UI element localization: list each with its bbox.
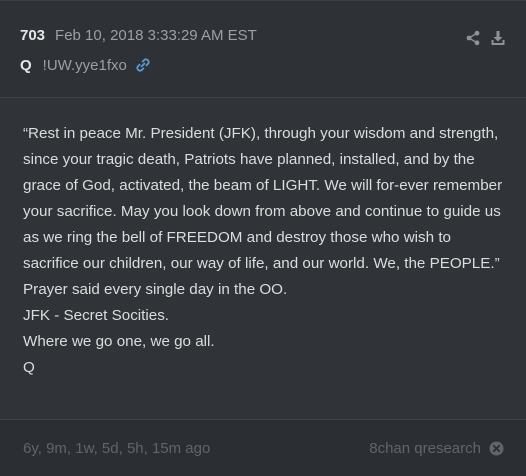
post-signature: Q: [23, 359, 35, 376]
post-line: Prayer said every single day in the OO.: [23, 281, 288, 298]
post-source[interactable]: 8chan qresearch: [369, 440, 481, 457]
post-body: “Rest in peace Mr. President (JFK), thro…: [0, 98, 526, 419]
post-quote: “Rest in peace Mr. President (JFK), thro…: [23, 125, 503, 272]
download-icon[interactable]: [490, 30, 506, 46]
post-footer: 6y, 9m, 1w, 5d, 5h, 15m ago 8chan qresea…: [0, 419, 526, 476]
post-line: Where we go one, we go all.: [23, 333, 215, 350]
post-header: 703 Feb 10, 2018 3:33:29 AM EST Q !UW.yy…: [0, 1, 526, 98]
post-actions: [465, 30, 506, 46]
post-meta-row: 703 Feb 10, 2018 3:33:29 AM EST: [20, 27, 506, 49]
post-age: 6y, 9m, 1w, 5d, 5h, 15m ago: [23, 439, 211, 457]
link-icon[interactable]: [135, 57, 151, 73]
post-date: Feb 10, 2018 3:33:29 AM EST: [55, 27, 257, 44]
post-source-group: 8chan qresearch: [369, 440, 504, 457]
share-icon[interactable]: [465, 30, 481, 46]
post-author-row: Q !UW.yye1fxo: [20, 55, 506, 75]
post-line: JFK - Secret Socities.: [23, 307, 170, 324]
post-number[interactable]: 703: [20, 27, 45, 44]
post-author: Q: [20, 56, 32, 74]
post-tripcode: !UW.yye1fxo: [42, 56, 127, 74]
post-card: 703 Feb 10, 2018 3:33:29 AM EST Q !UW.yy…: [0, 0, 526, 476]
close-circle-icon[interactable]: [489, 440, 504, 456]
